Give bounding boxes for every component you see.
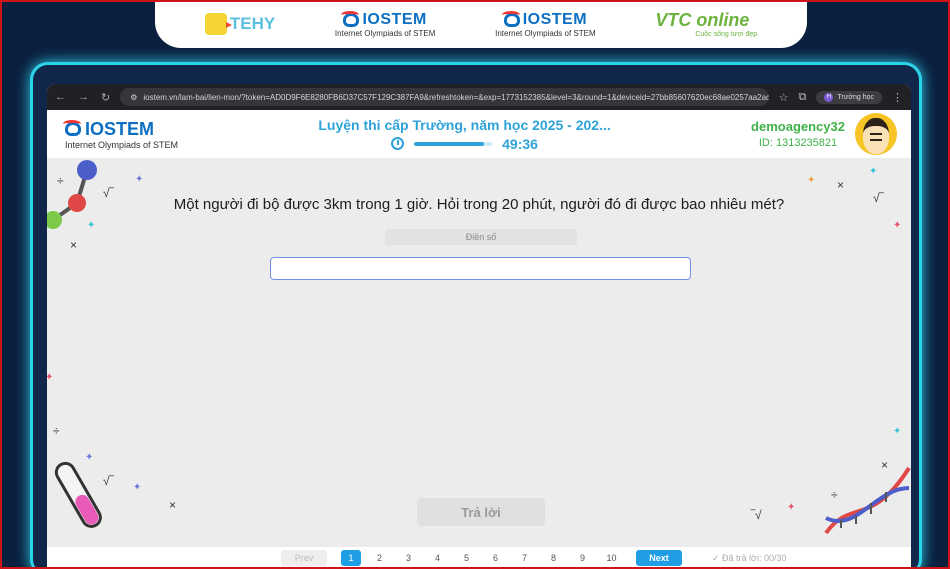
page-button-6[interactable]: 6	[481, 550, 510, 566]
answer-hint: Điền số	[385, 229, 577, 245]
app-header: IOSTEM Internet Olympiads of STEM Luyện …	[47, 110, 911, 158]
page-button-5[interactable]: 5	[452, 550, 481, 566]
divide-symbol-icon: ÷	[57, 174, 64, 188]
avatar[interactable]	[854, 113, 897, 155]
iostem-mark-icon	[63, 120, 81, 136]
time-progress-fill	[414, 141, 485, 146]
browser-toolbar: ← → ↻ ⚙ iostem.vn/lam-bai/lien-mon/?toke…	[47, 84, 911, 110]
forward-arrow-icon[interactable]: →	[78, 91, 89, 104]
profile-label: Trường học	[837, 93, 874, 101]
page-button-8[interactable]: 8	[539, 550, 568, 566]
question-pagination: Prev 1 2 3 4 5 6 7 8 9 10 Next ✓ Đã trả …	[47, 547, 911, 569]
multiply-symbol-icon: ×	[169, 498, 177, 512]
tehy-logo-text: TEHY	[229, 14, 276, 33]
multiply-symbol-icon: ×	[837, 178, 845, 192]
sparkle-icon: ✦	[133, 482, 142, 493]
question-text: Một người đi bộ được 3km trong 1 giờ. Hỏ…	[173, 196, 785, 213]
user-info: demoagency32 ID: 1313235821	[751, 119, 845, 149]
sparkle-icon: ✦	[87, 220, 96, 231]
iostem-logo-1-name: IOSTEM	[362, 10, 427, 28]
app-logo[interactable]: IOSTEM Internet Olympiads of STEM	[63, 118, 179, 150]
sparkle-icon: ✦	[893, 220, 902, 231]
username: demoagency32	[751, 119, 845, 134]
sparkle-icon: ✦	[787, 502, 796, 513]
profile-avatar-icon: H	[824, 92, 834, 102]
tehy-bird-icon	[204, 13, 232, 35]
reload-icon[interactable]: ↻	[101, 91, 110, 104]
iostem-logo-1: IOSTEM Internet Olympiads of STEM	[334, 10, 436, 38]
iostem-mark-icon	[341, 10, 360, 27]
dna-illustration	[824, 466, 911, 535]
prev-page-button[interactable]: Prev	[281, 550, 327, 566]
iostem-logo-2-name: IOSTEM	[522, 10, 588, 28]
submit-answer-button[interactable]: Trả lời	[417, 498, 545, 526]
page-button-2[interactable]: 2	[365, 550, 394, 566]
multiply-symbol-icon: ×	[70, 238, 78, 252]
sparkle-icon: ✦	[869, 166, 878, 177]
browser-actions: ☆ ⧉ H Trường học ⋮	[779, 90, 903, 104]
contest-info: Luyện thi cấp Trường, năm học 2025 - 202…	[318, 117, 610, 152]
browser-window: ← → ↻ ⚙ iostem.vn/lam-bai/lien-mon/?toke…	[47, 84, 911, 569]
page-button-4[interactable]: 4	[423, 550, 452, 566]
tehy-logo: TEHY	[204, 13, 276, 35]
sparkle-icon: ✦	[893, 426, 902, 437]
vtc-logo-name: VTC online	[655, 10, 750, 30]
question-area: ÷ √‾ ✦ × ✦ ✦ × ✦ √‾ ✦ ✦ ÷ ✦ ✦ √‾ ✦ × × ÷…	[47, 158, 911, 569]
timer-row: 49:36	[391, 136, 538, 152]
site-settings-icon[interactable]: ⚙	[130, 93, 137, 102]
profile-chip[interactable]: H Trường học	[816, 90, 882, 104]
check-icon: ✓	[712, 552, 723, 563]
page-button-10[interactable]: 10	[597, 550, 626, 566]
user-block: demoagency32 ID: 1313235821	[751, 113, 897, 155]
page-button-3[interactable]: 3	[394, 550, 423, 566]
iostem-logo-2: IOSTEM Internet Olympiads of STEM	[495, 10, 596, 38]
bookmark-star-icon[interactable]: ☆	[779, 91, 789, 104]
iostem-mark-icon	[501, 10, 520, 27]
page-button-7[interactable]: 7	[510, 550, 539, 566]
vtc-online-logo: VTC online Cuộc sống tươi đẹp	[655, 10, 757, 38]
url-text: iostem.vn/lam-bai/lien-mon/?token=AD0D9F…	[143, 92, 769, 102]
iostem-logo-2-tagline: Internet Olympiads of STEM	[495, 28, 596, 38]
sparkle-icon: ✦	[135, 174, 144, 185]
contest-title: Luyện thi cấp Trường, năm học 2025 - 202…	[318, 116, 611, 133]
test-tube-illustration	[54, 461, 102, 528]
time-progress-bar	[414, 141, 493, 146]
divide-symbol-icon: ÷	[53, 424, 60, 438]
page-button-1[interactable]: 1	[341, 550, 361, 566]
next-page-button[interactable]: Next	[636, 550, 682, 566]
timer-text: 49:36	[502, 135, 538, 152]
app-logo-name: IOSTEM	[85, 118, 155, 139]
sparkle-icon: ✦	[807, 175, 816, 186]
clock-icon	[391, 137, 405, 150]
page-button-9[interactable]: 9	[568, 550, 597, 566]
address-bar[interactable]: ⚙ iostem.vn/lam-bai/lien-mon/?token=AD0D…	[120, 88, 769, 106]
sparkle-icon: ✦	[47, 372, 54, 383]
sqrt-symbol-icon: ‾√	[751, 508, 762, 522]
iostem-logo-1-tagline: Internet Olympiads of STEM	[334, 28, 436, 38]
browser-nav: ← → ↻	[55, 91, 110, 104]
back-arrow-icon[interactable]: ←	[55, 91, 66, 104]
answer-input[interactable]	[270, 257, 691, 280]
answered-count-text: Đã trả lời: 00/30	[722, 552, 787, 563]
sponsor-logo-strip: TEHY IOSTEM Internet Olympiads of STEM I…	[155, 0, 807, 48]
vtc-logo-tagline: Cuộc sống tươi đẹp	[695, 31, 758, 38]
browser-menu-icon[interactable]: ⋮	[892, 91, 903, 104]
app-logo-tagline: Internet Olympiads of STEM	[65, 139, 179, 150]
user-id: ID: 1313235821	[758, 137, 838, 149]
answered-count: ✓ Đã trả lời: 00/30	[712, 553, 786, 564]
extensions-icon[interactable]: ⧉	[799, 91, 807, 104]
